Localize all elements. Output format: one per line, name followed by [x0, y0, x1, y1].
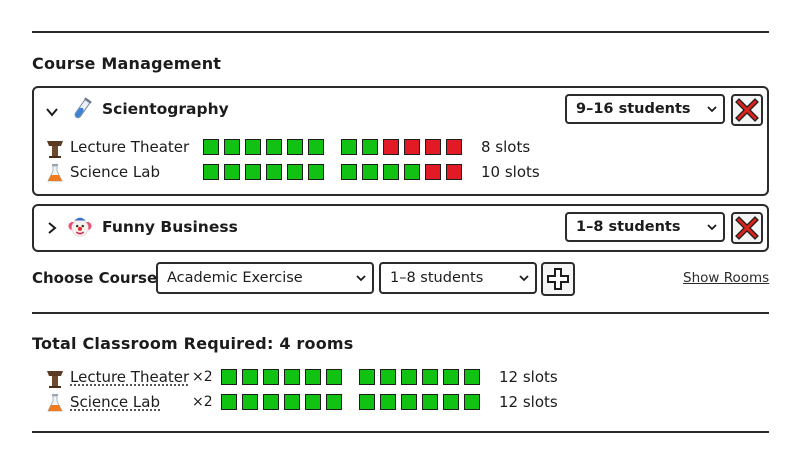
slot-square	[266, 139, 282, 155]
course-students-select[interactable]: 1–8 students	[565, 212, 725, 242]
slot-square	[359, 369, 375, 385]
slots-count: 12 slots	[499, 393, 558, 411]
top-divider	[32, 31, 769, 33]
select-value: 1–8 students	[576, 219, 681, 235]
slot-square	[380, 369, 396, 385]
slot-square	[245, 139, 261, 155]
course-name: Funny Business	[102, 218, 238, 236]
slot-square	[263, 369, 279, 385]
room-row: Science Lab 10 slots	[46, 162, 606, 184]
slot-square	[308, 164, 324, 180]
lectern-icon	[47, 371, 63, 388]
select-value: 1–8 students	[390, 270, 484, 286]
slot-square	[404, 139, 420, 155]
room-multiplier: ×2	[192, 394, 213, 410]
slot-square	[464, 369, 480, 385]
room-name[interactable]: Lecture Theater	[70, 368, 189, 386]
slot-square	[425, 164, 441, 180]
course-name: Scientography	[102, 100, 229, 118]
room-name: Lecture Theater	[70, 138, 190, 156]
slot-square	[245, 164, 261, 180]
slot-square	[305, 394, 321, 410]
slot-square	[287, 164, 303, 180]
slot-square	[443, 394, 459, 410]
show-rooms-link[interactable]: Show Rooms	[683, 270, 769, 286]
course-card-funny-business: Funny Business 1–8 students	[32, 204, 769, 252]
flask-icon	[47, 164, 63, 182]
slot-square	[383, 139, 399, 155]
slot-square	[203, 164, 219, 180]
flask-icon	[47, 394, 63, 412]
section-title: Course Management	[32, 54, 222, 73]
close-icon	[735, 98, 759, 122]
slot-square	[242, 369, 258, 385]
slot-square	[308, 139, 324, 155]
slots-count: 8 slots	[481, 138, 531, 156]
slot-square	[263, 394, 279, 410]
lectern-icon	[47, 141, 63, 158]
middle-divider	[32, 312, 769, 314]
slot-square	[401, 394, 417, 410]
slot-square	[341, 164, 357, 180]
test-tube-icon	[74, 97, 92, 119]
close-icon	[735, 216, 759, 240]
slot-square	[380, 394, 396, 410]
bottom-divider	[32, 431, 769, 433]
room-row: Lecture Theater ×2 12 slots	[46, 367, 606, 389]
slot-square	[284, 394, 300, 410]
slot-square	[326, 369, 342, 385]
room-name[interactable]: Science Lab	[70, 393, 160, 411]
course-students-select[interactable]: 9–16 students	[565, 94, 725, 124]
clown-face-icon	[68, 217, 92, 237]
slot-square	[224, 164, 240, 180]
chevron-down-icon[interactable]	[45, 105, 59, 119]
chevron-down-icon	[707, 224, 717, 231]
slot-square	[404, 164, 420, 180]
chevron-down-icon	[356, 275, 366, 282]
select-value: Academic Exercise	[167, 270, 303, 286]
room-row: Lecture Theater 8 slots	[46, 137, 606, 159]
students-select[interactable]: 1–8 students	[379, 262, 537, 294]
add-course-button[interactable]	[541, 262, 575, 296]
slot-square	[305, 369, 321, 385]
remove-course-button[interactable]	[731, 94, 763, 126]
slot-square	[446, 164, 462, 180]
slot-square	[242, 394, 258, 410]
choose-course-label: Choose Course:	[32, 269, 164, 287]
room-multiplier: ×2	[192, 369, 213, 385]
select-value: 9–16 students	[576, 101, 691, 117]
total-title: Total Classroom Required: 4 rooms	[32, 334, 354, 353]
slot-square	[422, 369, 438, 385]
slot-square	[362, 164, 378, 180]
slot-square	[446, 139, 462, 155]
slot-square	[443, 369, 459, 385]
slot-square	[203, 139, 219, 155]
slot-square	[224, 139, 240, 155]
remove-course-button[interactable]	[731, 212, 763, 244]
slot-square	[425, 139, 441, 155]
slot-square	[341, 139, 357, 155]
slot-square	[266, 164, 282, 180]
room-row: Science Lab ×2 12 slots	[46, 392, 606, 414]
slot-square	[326, 394, 342, 410]
chevron-right-icon[interactable]	[45, 221, 59, 235]
slot-square	[221, 394, 237, 410]
slot-square	[362, 139, 378, 155]
slots-count: 10 slots	[481, 163, 540, 181]
slot-square	[287, 139, 303, 155]
slot-square	[359, 394, 375, 410]
slot-square	[383, 164, 399, 180]
slots-count: 12 slots	[499, 368, 558, 386]
chevron-down-icon	[519, 275, 529, 282]
plus-icon	[547, 268, 569, 290]
slot-square	[464, 394, 480, 410]
slot-square	[221, 369, 237, 385]
chevron-down-icon	[707, 106, 717, 113]
slot-square	[401, 369, 417, 385]
course-select[interactable]: Academic Exercise	[156, 262, 374, 294]
slot-square	[422, 394, 438, 410]
slot-square	[284, 369, 300, 385]
room-name: Science Lab	[70, 163, 160, 181]
